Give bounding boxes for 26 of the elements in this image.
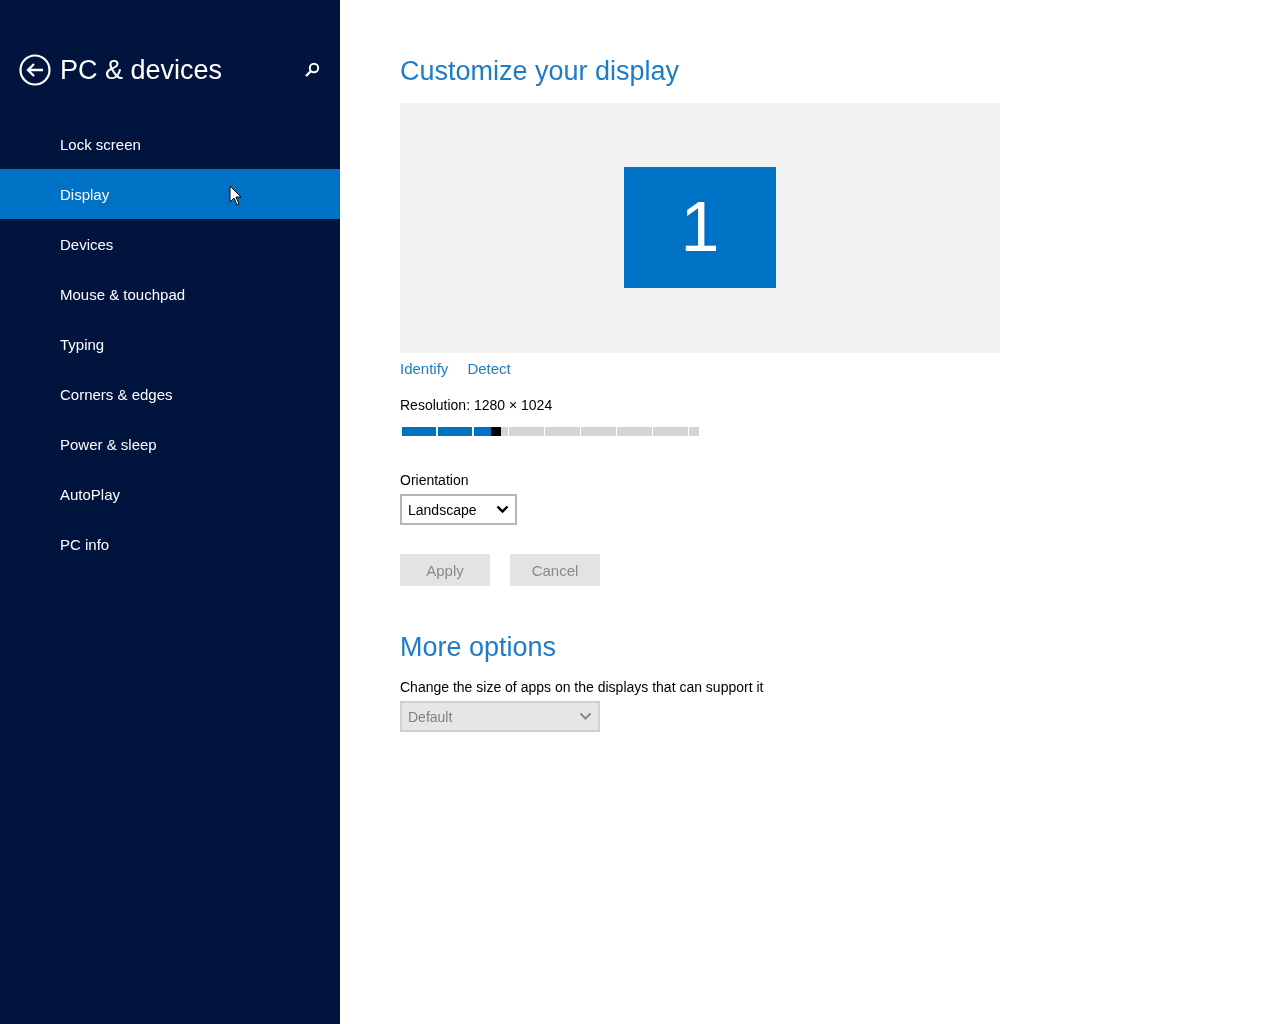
search-icon[interactable]: [304, 62, 320, 78]
sidebar-item[interactable]: Typing: [0, 319, 340, 369]
section-heading: Customize your display: [400, 55, 681, 88]
sidebar-item[interactable]: PC info: [0, 519, 340, 569]
sidebar-item[interactable]: Power & sleep: [0, 419, 340, 469]
sidebar-item[interactable]: Corners & edges: [0, 369, 340, 419]
monitor-tile[interactable]: 1: [624, 166, 776, 288]
resolution-slider[interactable]: [400, 427, 699, 436]
resolution-label: Resolution: 1280 × 1024: [400, 397, 554, 413]
mouse-pointer-icon: [229, 185, 242, 206]
sidebar-item[interactable]: Mouse & touchpad: [0, 269, 340, 319]
scaling-label: Change the size of apps on the displays that can support it: [400, 679, 765, 695]
orientation-dropdown[interactable]: Landscape: [400, 494, 517, 525]
link[interactable]: Identify: [400, 360, 449, 377]
sidebar-item[interactable]: Lock screen: [0, 119, 340, 169]
slider-thumb[interactable]: [490, 427, 501, 436]
orientation-label: Orientation: [400, 472, 470, 488]
link[interactable]: Detect: [467, 360, 511, 377]
section-heading: More options: [400, 631, 558, 664]
chevron-down-icon: [579, 712, 592, 721]
page-title: PC & devices: [60, 54, 224, 86]
back-icon[interactable]: [19, 54, 51, 86]
chevron-down-icon: [496, 505, 509, 514]
sidebar-item[interactable]: Display: [0, 169, 340, 219]
sidebar-item[interactable]: Devices: [0, 219, 340, 269]
sidebar-item[interactable]: AutoPlay: [0, 469, 340, 519]
